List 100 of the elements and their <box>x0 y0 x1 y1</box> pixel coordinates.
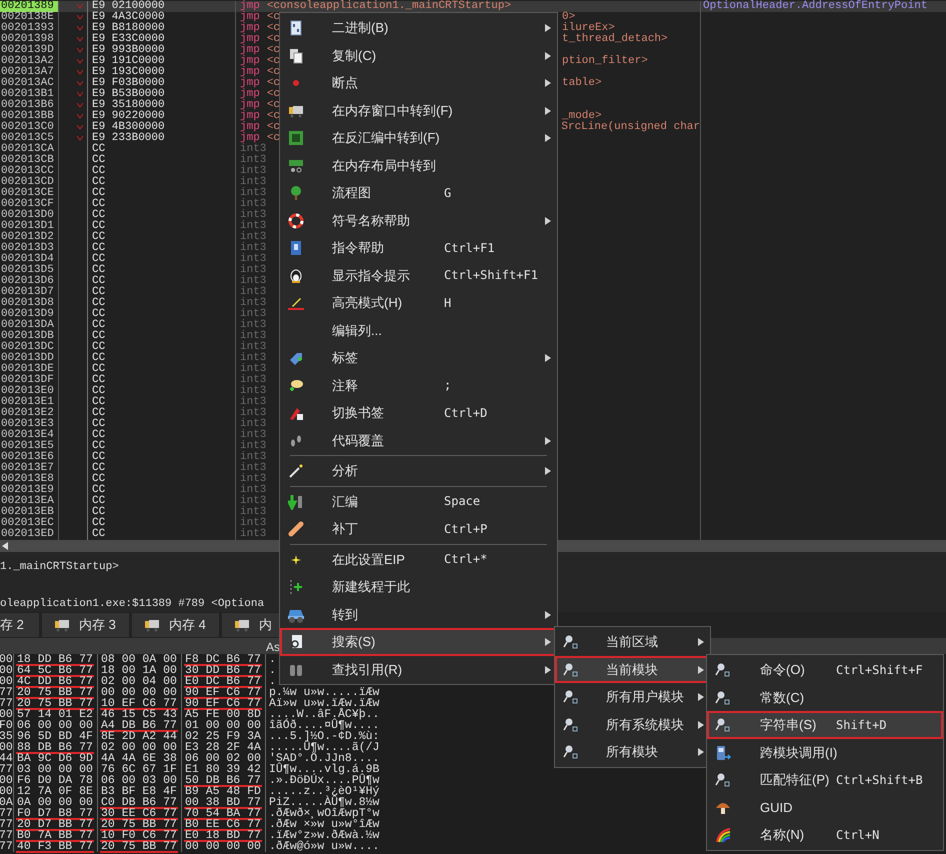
address-cell-text: 002013DD <box>0 353 55 364</box>
menu-item[interactable]: 切换书签 Ctrl+D <box>280 399 557 426</box>
mnemonic-text: int3 <box>240 177 266 188</box>
address-cell-text: 002013D5 <box>0 265 55 276</box>
shortcut-text: Ctrl+Shift+F1 <box>444 267 538 284</box>
hex-cell: 18 00 1A 00 <box>100 666 178 677</box>
menu-item[interactable]: 所有模块 <box>555 738 710 766</box>
hex-cell: 02 00 04 00 <box>100 677 178 688</box>
hex-cell: 00 00 00 00 <box>100 688 178 699</box>
ascii-cell: .ïÆw°z»w.ðÆwà.½w <box>269 829 380 842</box>
address-cell-text: 002013B6 <box>0 100 55 111</box>
menu-item[interactable]: 符号名称帮助 <box>280 206 557 234</box>
menu-item[interactable]: 断点 <box>280 69 557 96</box>
address-cell-text: 002013E5 <box>0 441 55 452</box>
menu-item[interactable]: 匹配特征(P) Ctrl+Shift+B <box>707 766 943 794</box>
shortcut-text: Ctrl+D <box>444 404 488 422</box>
menu-item[interactable]: 命令(O) Ctrl+Shift+F <box>707 656 943 684</box>
menu-item[interactable]: 跨模块调用(I) <box>707 738 943 766</box>
memory-tab[interactable]: 存 2 <box>0 613 39 637</box>
menu-item[interactable]: 流程图 G <box>280 179 557 206</box>
hex-cell: 77 <box>0 687 13 698</box>
mnemonic-text: int3 <box>240 166 266 177</box>
menu-item[interactable]: 显示指令提示 Ctrl+Shift+F1 <box>280 262 557 289</box>
hex-cell: 35 <box>0 731 13 742</box>
menu-item[interactable]: 标签 <box>280 344 557 372</box>
address-cell-text: 002013EB <box>0 507 55 518</box>
bytes-cell: E9 4B300000 <box>87 122 235 133</box>
address-cell-text: 002013A7 <box>0 67 55 78</box>
magnifier-icon <box>715 690 731 706</box>
bytes-cell: CC <box>87 408 235 419</box>
menu-item[interactable]: 所有用户模块 <box>555 683 710 710</box>
ascii-cell: .....z..³¿èO¹¥Hý <box>269 785 380 798</box>
address-cell-text: 002013DE <box>0 364 55 375</box>
hex-cell: A5 FE 00 8D <box>184 710 262 721</box>
hex-cell: E0 18 BD 77 <box>184 831 262 842</box>
hex-cell: 20 75 BB 77 <box>100 820 178 831</box>
hex-cell: 70 54 BA 77 <box>184 809 262 820</box>
menu-item[interactable]: 二进制(B) <box>280 14 557 42</box>
shortcut-text: G <box>444 184 452 202</box>
address-cell-text: 002013C5 <box>0 133 55 144</box>
operand-text: table> <box>562 78 602 89</box>
mnemonic-text: int3 <box>240 441 266 452</box>
menu-item[interactable]: 汇编 Space <box>280 488 557 515</box>
menu-item[interactable]: 常数(C) <box>707 684 943 711</box>
menu-item[interactable]: 在内存布局中转到 <box>280 152 557 179</box>
bytes-cell: CC <box>87 188 235 199</box>
address-cell-text: 002013D4 <box>0 254 55 265</box>
operand-text: 0> <box>562 12 576 23</box>
menu-item[interactable]: 指令帮助 Ctrl+F1 <box>280 234 557 262</box>
operand-text: <c <box>266 122 280 133</box>
operand-text: ption_filter> <box>562 56 648 67</box>
menu-item[interactable]: 补丁 Ctrl+P <box>280 515 557 542</box>
menu-item[interactable]: GUID <box>707 794 943 821</box>
address-cell-text: 002013AC <box>0 78 55 89</box>
ascii-cell: .ðÆwð×¸wOîÆwpT°w <box>269 807 380 820</box>
mnemonic-text: int3 <box>240 496 266 507</box>
menu-item[interactable]: 新建线程于此 <box>280 573 557 600</box>
menu-item[interactable]: 高亮模式(H) H <box>280 289 557 316</box>
scroll-left-icon[interactable] <box>2 542 8 550</box>
menu-item[interactable]: 在此设置EIP Ctrl+* <box>280 546 557 573</box>
address-cell-text: 002013E4 <box>0 430 55 441</box>
menu-item[interactable]: 分析 <box>280 457 557 484</box>
memory-map-icon <box>288 158 304 174</box>
menu-item[interactable]: 所有系统模块 <box>555 710 710 738</box>
menu-item[interactable]: 在内存窗口中转到(F) <box>280 96 557 124</box>
hex-cell: 00 <box>0 786 13 797</box>
mnemonic-text: int3 <box>240 474 266 485</box>
ascii-cell: .».ÐöÐÚx....PÛ¶w <box>269 774 380 787</box>
hex-cell: 88 DB B6 77 <box>16 743 94 754</box>
menu-item[interactable]: 编辑列... <box>280 316 557 344</box>
highlighter-icon <box>288 295 304 311</box>
memory-tab[interactable]: 内存 3 <box>42 613 129 637</box>
footprints-icon <box>288 432 304 448</box>
bytes-cell: CC <box>87 419 235 430</box>
disassembly-row[interactable]: 00201389 E9 02100000 jmp <consoleapplication1._mainCRTStartup> OptionalHeader.AddressOfEntryPoint <box>0 1 946 12</box>
hex-cell: 64 5C B6 77 <box>16 666 94 677</box>
operand-text: <c <box>266 56 280 67</box>
column-header: As <box>266 639 280 654</box>
ascii-cell: . <box>269 675 276 688</box>
menu-item[interactable]: 当前区域 <box>555 628 710 656</box>
address-cell-text: 002013E0 <box>0 386 55 397</box>
operand-text: <c <box>266 78 280 89</box>
bytes-cell: CC <box>87 320 235 331</box>
memory-tab[interactable]: 内存 4 <box>132 613 219 637</box>
mnemonic-text: int3 <box>240 188 266 199</box>
shortcut-text: Ctrl+F1 <box>444 240 495 257</box>
menu-item[interactable]: 代码覆盖 <box>280 426 557 454</box>
hex-cell: 06 00 00 00 <box>16 721 94 732</box>
menu-item[interactable]: 搜索(S) <box>280 628 557 656</box>
menu-item[interactable]: 名称(N) Ctrl+N <box>707 821 943 848</box>
menu-item[interactable]: 复制(C) <box>280 42 557 69</box>
operand-text: <c <box>266 100 280 111</box>
menu-item[interactable]: 查找引用(R) <box>280 656 557 683</box>
hex-cell: A4 DB B6 77 <box>100 721 178 732</box>
magic-wand-icon <box>288 463 304 479</box>
menu-item[interactable]: 在反汇编中转到(F) <box>280 124 557 152</box>
hex-cell: 00 <box>0 676 13 687</box>
menu-item[interactable]: 字符串(S) Shift+D <box>707 711 943 738</box>
menu-item[interactable]: 注释 ; <box>280 372 557 399</box>
address-cell-text: 002013E1 <box>0 397 55 408</box>
